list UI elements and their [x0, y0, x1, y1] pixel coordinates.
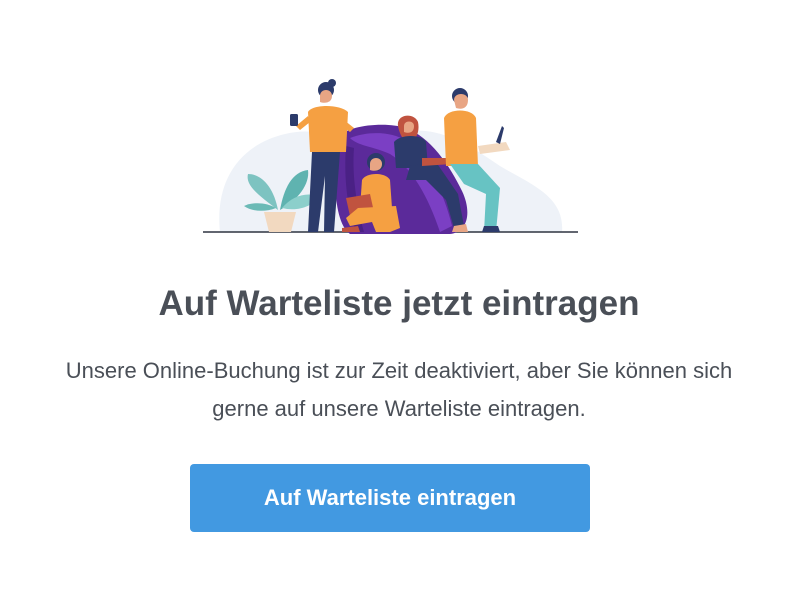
join-waitlist-button[interactable]: Auf Warteliste eintragen: [190, 464, 590, 532]
page-title: Auf Warteliste jetzt eintragen: [158, 284, 640, 323]
waitlist-description: Unsere Online-Buchung ist zur Zeit deakt…: [0, 352, 798, 428]
people-relaxing-illustration: [203, 79, 578, 234]
description-line-1: Unsere Online-Buchung ist zur Zeit deakt…: [65, 358, 733, 383]
description-line-2: gerne auf unsere Warteliste eintragen.: [212, 396, 586, 421]
